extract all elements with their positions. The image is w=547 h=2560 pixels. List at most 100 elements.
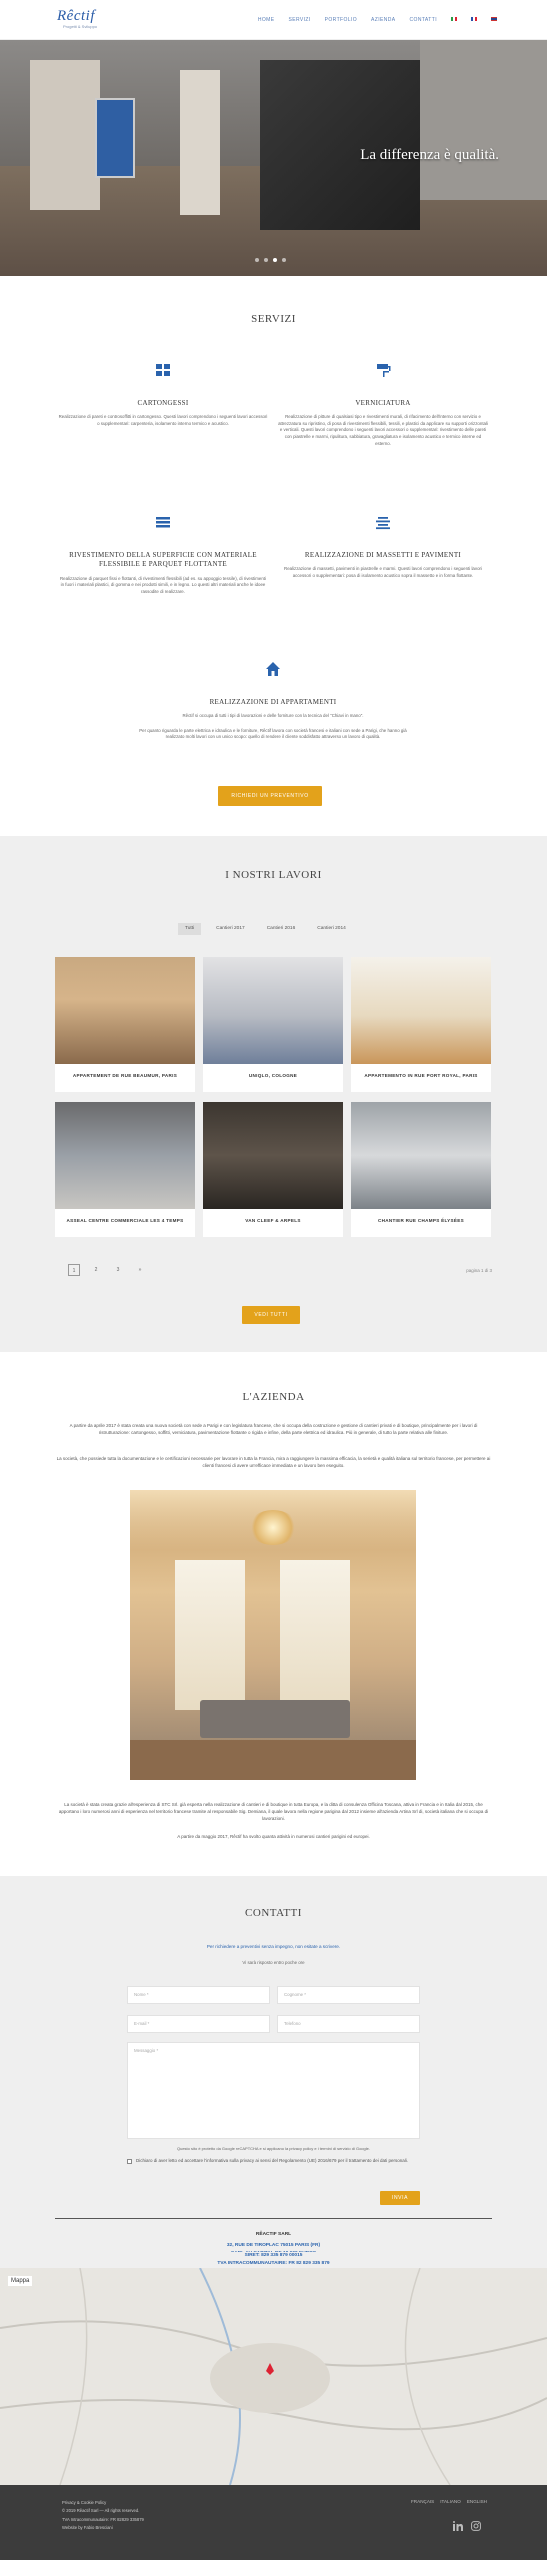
contacts-intro-2: Vi sarà risposto entro poche ore: [242, 1960, 305, 1965]
footer-langs: FRANÇAIS ITALIANO ENGLISH: [411, 2499, 487, 2505]
work-card[interactable]: APPARTEMENT DE RUE BEAUMUR, PARIS: [55, 957, 195, 1092]
service-text: Realizzazione di massetti, pavimenti in …: [284, 566, 482, 578]
photo-chandelier: [248, 1510, 298, 1545]
services-title: SERVIZI: [251, 313, 296, 325]
slider-dot-active[interactable]: [273, 258, 277, 262]
address-line: TVA INTRACOMMUNAUTAIRE: FR 82 829 335 87…: [217, 2260, 330, 2266]
nav-portfolio[interactable]: PORTFOLIO: [325, 17, 357, 24]
service-title: REALIZZAZIONE DI APPARTAMENTI: [209, 697, 337, 706]
hero-column: [180, 70, 220, 215]
service-text: Rêctif si occupa di tutti i tipi di lavo…: [182, 713, 364, 719]
lang-fr[interactable]: FRANÇAIS: [411, 2499, 434, 2505]
work-caption: UNIQLO, COLOGNE: [248, 1073, 298, 1078]
message-field[interactable]: Messaggio *: [127, 2042, 420, 2139]
company-title: L'AZIENDA: [242, 1391, 305, 1403]
instagram-icon[interactable]: [471, 2521, 481, 2531]
photo-window-left: [175, 1560, 245, 1710]
service-verniciatura: VERNICIATURA Realizzazione di pitture di…: [278, 362, 488, 447]
layers-icon: [156, 517, 170, 528]
nav-company[interactable]: AZIENDA: [371, 17, 395, 24]
works-section: I NOSTRI LAVORI Tutti Cantieri 2017 Cant…: [0, 836, 547, 1352]
slider-dots: [255, 258, 286, 262]
privacy-checkbox[interactable]: [127, 2159, 132, 2164]
filter-2017[interactable]: Cantieri 2017: [209, 923, 252, 935]
privacy-link[interactable]: Privacy & Cookie Policy: [62, 2499, 144, 2507]
map[interactable]: Mappa: [0, 2268, 547, 2485]
nav-services[interactable]: SERVIZI: [288, 17, 310, 24]
company-paragraph-4: A partire da maggio 2017, Rêctif ha svol…: [177, 1834, 370, 1839]
filter-all[interactable]: Tutti: [178, 923, 202, 936]
email-field[interactable]: E-mail *: [127, 2015, 270, 2033]
work-card[interactable]: CHANTIER RUE CHAMPS ÉLYSÉES: [351, 1102, 491, 1237]
map-canvas: [0, 2268, 547, 2485]
service-text: Realizzazione di pitture di qualsiasi ti…: [278, 414, 488, 446]
contacts-title: CONTATTI: [245, 1907, 302, 1919]
credit: Website by Fabio Bresciani: [62, 2525, 113, 2531]
contacts-section: CONTATTI Per richiedere a preventivi sen…: [0, 1876, 547, 2268]
works-title: I NOSTRI LAVORI: [225, 869, 322, 881]
page-1[interactable]: 1: [68, 1264, 80, 1276]
see-all-button[interactable]: VEDI TUTTI: [242, 1306, 300, 1324]
site-footer: Privacy & Cookie Policy © 2019 Rêactif S…: [0, 2485, 547, 2560]
address-line: SIRET: 829 335 879 00015: [244, 2253, 303, 2258]
service-massetti: REALIZZAZIONE DI MASSETTI E PAVIMENTI Re…: [278, 514, 488, 579]
page-next[interactable]: »: [134, 1264, 146, 1276]
works-filters: Tutti Cantieri 2017 Cantieri 2016 Cantie…: [178, 923, 353, 936]
service-text: Realizzazione di pareti e controsoffitti…: [58, 414, 268, 426]
work-card[interactable]: UNIQLO, COLOGNE: [203, 957, 343, 1092]
slider-dot[interactable]: [264, 258, 268, 262]
privacy-consent: Dichiaro di aver letto ed accettare l'in…: [127, 2158, 420, 2164]
logo-text: Rêctif: [57, 8, 95, 24]
contacts-intro: Per richiedere a preventivi senza impegn…: [206, 1944, 341, 1949]
filter-2014[interactable]: Cantieri 2014: [310, 923, 353, 935]
hero-wall-right: [420, 40, 547, 200]
work-image: [55, 957, 195, 1064]
request-quote-button[interactable]: RICHIEDI UN PREVENTIVO: [218, 786, 322, 806]
nav-contacts[interactable]: CONTATTI: [410, 17, 437, 24]
service-cartongessi: CARTONGESSI Realizzazione di pareti e co…: [58, 362, 268, 427]
filter-2016[interactable]: Cantieri 2016: [260, 923, 303, 935]
linkedin-icon[interactable]: [453, 2521, 463, 2531]
work-caption: ASSEAL CENTRE COMMERCIALE LES 4 TEMPS: [66, 1218, 184, 1223]
recaptcha-notice: Questo sito è protetto da Google reCAPTC…: [177, 2146, 370, 2151]
service-title: CARTONGESSI: [137, 398, 189, 407]
vat: TVA Intracommunautaire: FR 82829 335879: [62, 2516, 144, 2522]
work-image: [203, 1102, 343, 1209]
social-links: [453, 2521, 481, 2531]
hero-headline: La differenza è qualità.: [360, 147, 499, 163]
submit-button[interactable]: INVIA: [380, 2191, 420, 2205]
slider-dot[interactable]: [255, 258, 259, 262]
site-header: Rêctif Progetti & Sviluppo HOME SERVIZI …: [0, 0, 547, 40]
lang-en[interactable]: ENGLISH: [467, 2499, 487, 2505]
service-text-2: Per quanto riguarda le parte elettrica e…: [139, 727, 407, 740]
service-title: VERNICIATURA: [355, 398, 411, 407]
surname-field[interactable]: Cognome *: [277, 1986, 420, 2004]
phone-field[interactable]: Telefono: [277, 2015, 420, 2033]
photo-window-right: [280, 1560, 350, 1710]
flag-fr-icon[interactable]: [471, 17, 477, 21]
address-line: 32, RUE DE TIROPLAC 75015 PARIS (FR): [226, 2243, 321, 2248]
logo-tagline: Progetti & Sviluppo: [63, 24, 98, 30]
lines-icon: [376, 517, 390, 530]
slider-dot[interactable]: [282, 258, 286, 262]
flag-it-icon[interactable]: [451, 17, 457, 21]
work-card[interactable]: ASSEAL CENTRE COMMERCIALE LES 4 TEMPS: [55, 1102, 195, 1237]
logo[interactable]: Rêctif Progetti & Sviluppo: [57, 6, 117, 34]
service-rivestimento: RIVESTIMENTO DELLA SUPERFICIE CON MATERI…: [58, 514, 268, 595]
nav-home[interactable]: HOME: [258, 17, 275, 24]
company-paragraph-1: A partire da aprile 2017 è stata creata …: [69, 1423, 478, 1435]
work-card[interactable]: APPARTEMENTO IN RUE PORT ROYAL, PARIS: [351, 957, 491, 1092]
flag-en-icon[interactable]: [491, 17, 497, 21]
paint-roller-icon: [377, 364, 391, 377]
work-image: [351, 957, 491, 1064]
page-3[interactable]: 3: [112, 1264, 124, 1276]
home-icon: [266, 662, 280, 676]
work-image: [55, 1102, 195, 1209]
work-image: [203, 957, 343, 1064]
page-2[interactable]: 2: [90, 1264, 102, 1276]
work-card[interactable]: VAN CLEEF & ARPELS: [203, 1102, 343, 1237]
lang-it[interactable]: ITALIANO: [440, 2499, 461, 2505]
page-info: pagina 1 di 3: [466, 1268, 492, 1273]
name-field[interactable]: Nome *: [127, 1986, 270, 2004]
main-nav: HOME SERVIZI PORTFOLIO AZIENDA CONTATTI: [258, 17, 497, 24]
